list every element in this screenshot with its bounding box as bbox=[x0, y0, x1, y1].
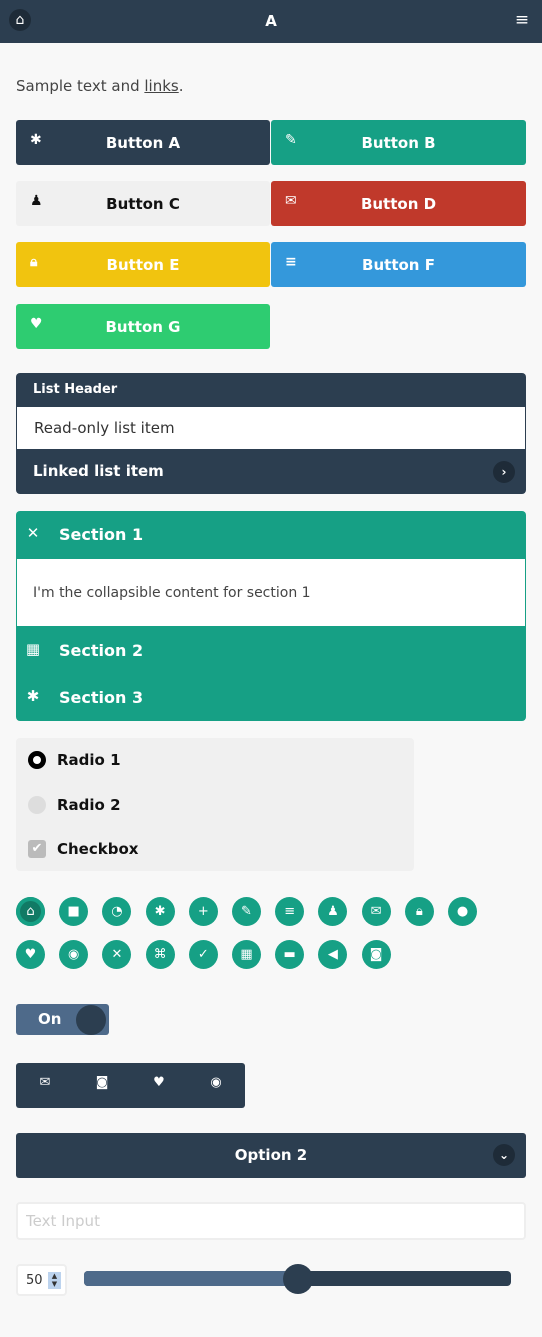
intro-link[interactable]: links bbox=[144, 77, 178, 95]
chevron-down-icon: ⌄ bbox=[493, 1144, 515, 1166]
spinner-icon[interactable]: ▲ ▼ bbox=[48, 1272, 61, 1289]
slider-fill bbox=[84, 1271, 298, 1286]
icon-toolbar: ✉ ◙ ♥ ◉ bbox=[16, 1063, 245, 1108]
plus-icon[interactable]: + bbox=[188, 897, 218, 926]
section-1-content: I'm the collapsible content for section … bbox=[16, 558, 526, 627]
header-bar: ⌂ A ≡ bbox=[0, 0, 542, 43]
toggle-switch[interactable]: On bbox=[16, 1004, 109, 1035]
edit-icon[interactable]: ✎ bbox=[232, 897, 261, 926]
button-f[interactable]: ≡ Button F bbox=[271, 242, 526, 287]
calendar-icon[interactable]: ▦ bbox=[232, 940, 261, 969]
eye-icon[interactable]: ◉ bbox=[206, 1075, 226, 1090]
gear-icon[interactable]: ✱ bbox=[145, 897, 175, 926]
home-icon[interactable]: ⌂ bbox=[16, 897, 45, 926]
radio-unchecked-icon bbox=[28, 796, 46, 814]
edit-icon: ✎ bbox=[285, 132, 297, 148]
section-2-header[interactable]: ▦ Section 2 bbox=[16, 627, 526, 674]
list-item-linked[interactable]: Linked list item › bbox=[16, 450, 526, 494]
toggle-knob[interactable] bbox=[76, 1005, 106, 1035]
list-item-readonly: Read-only list item bbox=[16, 406, 526, 450]
clock-icon[interactable]: ◔ bbox=[102, 897, 132, 926]
button-g[interactable]: ♥ Button G bbox=[16, 304, 270, 349]
accordion: ✕ Section 1 I'm the collapsible content f… bbox=[16, 511, 526, 721]
user-icon[interactable]: ♟ bbox=[318, 897, 348, 926]
option-select[interactable]: Option 2 ⌄ bbox=[16, 1133, 526, 1178]
button-b[interactable]: ✎ Button B bbox=[271, 120, 526, 165]
page-title: A bbox=[265, 12, 277, 30]
chevron-right-icon: › bbox=[493, 461, 515, 483]
camera-icon[interactable]: ◙ bbox=[361, 940, 391, 969]
slider-thumb[interactable] bbox=[282, 1264, 313, 1294]
list-view: List Header Read-only list item Linked l… bbox=[16, 373, 526, 494]
user-icon: ♟ bbox=[30, 193, 43, 209]
heart-icon[interactable]: ♥ bbox=[149, 1075, 169, 1090]
mail-icon[interactable]: ✉ bbox=[361, 897, 391, 926]
button-d[interactable]: ✉ Button D bbox=[271, 181, 526, 226]
mail-icon: ✉ bbox=[285, 193, 297, 209]
audio-icon[interactable]: ◀ bbox=[318, 940, 348, 969]
bars-icon: ≡ bbox=[285, 254, 297, 270]
radio-1[interactable]: Radio 1 bbox=[28, 751, 121, 769]
comment-icon[interactable]: ▬ bbox=[275, 940, 305, 969]
heart-icon: ♥ bbox=[30, 316, 43, 332]
bars-icon[interactable]: ≡ bbox=[275, 897, 305, 926]
form-controls: Radio 1 Radio 2 ✔ Checkbox bbox=[16, 738, 414, 871]
command-icon[interactable]: ⌘ bbox=[145, 940, 175, 969]
button-c[interactable]: ♟ Button C bbox=[16, 181, 270, 226]
lock-icon: 🔒︎ bbox=[30, 254, 38, 270]
intro-text: Sample text and links. bbox=[16, 77, 184, 95]
radio-checked-icon bbox=[28, 751, 46, 769]
button-e[interactable]: 🔒︎ Button E bbox=[16, 242, 270, 287]
list-header: List Header bbox=[33, 382, 118, 397]
number-input[interactable]: 50 ▲ ▼ bbox=[16, 1264, 67, 1296]
close-icon: ✕ bbox=[26, 524, 40, 542]
mail-icon[interactable]: ✉ bbox=[35, 1075, 55, 1090]
close-icon[interactable]: ✕ bbox=[102, 940, 132, 969]
video-icon[interactable]: ■ bbox=[59, 897, 89, 926]
gear-icon: ✱ bbox=[30, 132, 42, 148]
menu-icon[interactable]: ≡ bbox=[511, 9, 533, 31]
text-input[interactable] bbox=[16, 1202, 526, 1240]
check-icon[interactable]: ✓ bbox=[188, 940, 218, 969]
heart-icon[interactable]: ♥ bbox=[16, 940, 45, 969]
check-icon: ✔ bbox=[28, 840, 46, 858]
radio-2[interactable]: Radio 2 bbox=[28, 796, 121, 814]
eye-icon[interactable]: ◉ bbox=[59, 940, 89, 969]
checkbox[interactable]: ✔ Checkbox bbox=[28, 840, 138, 858]
button-a[interactable]: ✱ Button A bbox=[16, 120, 270, 165]
lock-icon[interactable]: 🔒︎ bbox=[404, 897, 434, 926]
camera-icon[interactable]: ◙ bbox=[92, 1075, 112, 1090]
section-1-header[interactable]: ✕ Section 1 bbox=[16, 511, 526, 558]
gear-icon: ✱ bbox=[26, 687, 40, 705]
calendar-icon: ▦ bbox=[25, 640, 41, 658]
section-3-header[interactable]: ✱ Section 3 bbox=[16, 674, 526, 721]
location-icon[interactable]: ● bbox=[448, 897, 477, 926]
